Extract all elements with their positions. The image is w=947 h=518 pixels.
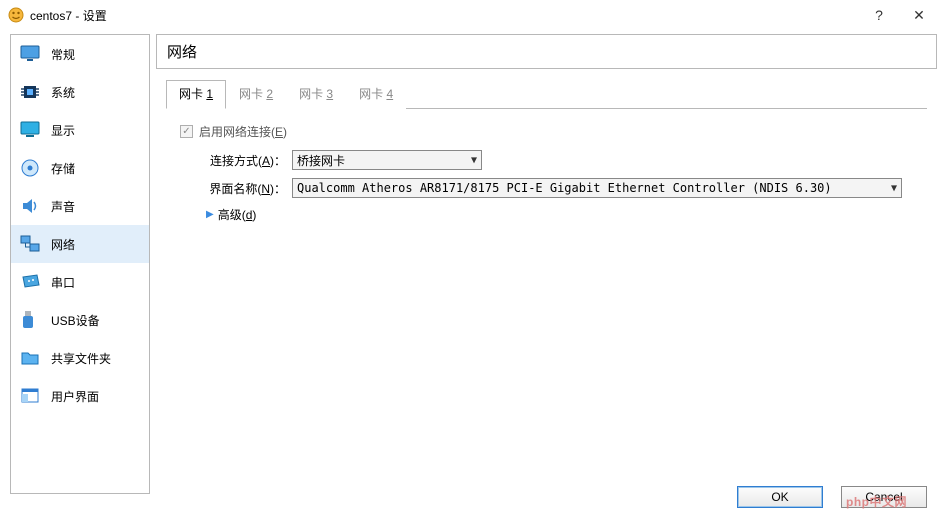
network-icon bbox=[19, 233, 41, 255]
close-icon: ✕ bbox=[913, 7, 925, 24]
triangle-right-icon: ▶ bbox=[206, 209, 214, 220]
panel-title-box: 网络 bbox=[156, 34, 937, 69]
adapter-name-label: 界面名称(N)： bbox=[196, 180, 292, 197]
sidebar-item-display[interactable]: 显示 bbox=[11, 111, 149, 149]
attached-to-value: 桥接网卡 bbox=[297, 152, 345, 169]
sidebar-item-serial[interactable]: 串口 bbox=[11, 263, 149, 301]
sidebar-item-ui[interactable]: 用户界面 bbox=[11, 377, 149, 415]
chevron-down-icon: ▼ bbox=[891, 183, 897, 194]
help-button[interactable]: ? bbox=[859, 1, 899, 29]
window-title: centos7 - 设置 bbox=[30, 7, 859, 24]
sidebar-item-storage[interactable]: 存储 bbox=[11, 149, 149, 187]
folder-icon bbox=[19, 347, 41, 369]
app-icon bbox=[8, 7, 24, 23]
sidebar-item-label: 声音 bbox=[51, 198, 75, 215]
sidebar-item-audio[interactable]: 声音 bbox=[11, 187, 149, 225]
usb-icon bbox=[19, 309, 41, 331]
ok-button[interactable]: OK bbox=[737, 486, 823, 508]
close-button[interactable]: ✕ bbox=[899, 1, 939, 29]
tab-adapter-4[interactable]: 网卡 4 bbox=[346, 80, 406, 109]
checkbox-icon: ✓ bbox=[180, 125, 193, 138]
sidebar-item-label: 系统 bbox=[51, 84, 75, 101]
sidebar-item-usb[interactable]: USB设备 bbox=[11, 301, 149, 339]
chip-icon bbox=[19, 81, 41, 103]
enable-adapter-checkbox[interactable]: ✓ 启用网络连接(E) bbox=[180, 123, 919, 140]
sidebar-item-general[interactable]: 常规 bbox=[11, 35, 149, 73]
serial-port-icon bbox=[19, 271, 41, 293]
advanced-label: 高级(d) bbox=[218, 206, 257, 223]
dialog-footer: OK Cancel bbox=[737, 486, 927, 508]
sidebar-item-network[interactable]: 网络 bbox=[11, 225, 149, 263]
attached-to-row: 连接方式(A)： 桥接网卡 ▼ bbox=[196, 150, 919, 170]
body: 常规 系统 显示 存储 声音 网络 bbox=[0, 30, 947, 494]
tab-adapter-1[interactable]: 网卡 1 bbox=[166, 80, 226, 109]
sidebar-item-system[interactable]: 系统 bbox=[11, 73, 149, 111]
speaker-icon bbox=[19, 195, 41, 217]
advanced-toggle[interactable]: ▶ 高级(d) bbox=[206, 206, 919, 223]
settings-window: centos7 - 设置 ? ✕ 常规 系统 显示 存储 声音 bbox=[0, 0, 947, 518]
sidebar-item-label: 用户界面 bbox=[51, 388, 99, 405]
chevron-down-icon: ▼ bbox=[471, 155, 477, 166]
panel-title: 网络 bbox=[167, 44, 197, 61]
help-icon: ? bbox=[875, 7, 883, 23]
sidebar-item-label: USB设备 bbox=[51, 312, 100, 329]
sidebar-item-label: 存储 bbox=[51, 160, 75, 177]
adapter-name-row: 界面名称(N)： Qualcomm Atheros AR8171/8175 PC… bbox=[196, 178, 919, 198]
disk-icon bbox=[19, 157, 41, 179]
adapter-tabs: 网卡 1 网卡 2 网卡 3 网卡 4 bbox=[166, 79, 927, 109]
enable-adapter-label: 启用网络连接(E) bbox=[199, 123, 287, 140]
tab-adapter-2[interactable]: 网卡 2 bbox=[226, 80, 286, 109]
ui-icon bbox=[19, 385, 41, 407]
sidebar-item-label: 常规 bbox=[51, 46, 75, 63]
cancel-button[interactable]: Cancel bbox=[841, 486, 927, 508]
monitor-icon bbox=[19, 43, 41, 65]
titlebar: centos7 - 设置 ? ✕ bbox=[0, 0, 947, 30]
adapter-name-value: Qualcomm Atheros AR8171/8175 PCI-E Gigab… bbox=[297, 181, 832, 195]
attached-to-combo[interactable]: 桥接网卡 ▼ bbox=[292, 150, 482, 170]
sidebar-item-label: 显示 bbox=[51, 122, 75, 139]
sidebar-item-shared[interactable]: 共享文件夹 bbox=[11, 339, 149, 377]
tab-adapter-3[interactable]: 网卡 3 bbox=[286, 80, 346, 109]
adapter-form: ✓ 启用网络连接(E) 连接方式(A)： 桥接网卡 ▼ 界面名称(N)： Qua… bbox=[156, 109, 937, 237]
sidebar-item-label: 网络 bbox=[51, 236, 75, 253]
main-panel: 网络 网卡 1 网卡 2 网卡 3 网卡 4 ✓ 启用网络连接(E) 连接方式(… bbox=[156, 34, 937, 494]
sidebar-item-label: 串口 bbox=[51, 274, 75, 291]
attached-to-label: 连接方式(A)： bbox=[196, 152, 292, 169]
sidebar-item-label: 共享文件夹 bbox=[51, 350, 111, 367]
display-icon bbox=[19, 119, 41, 141]
adapter-name-combo[interactable]: Qualcomm Atheros AR8171/8175 PCI-E Gigab… bbox=[292, 178, 902, 198]
sidebar: 常规 系统 显示 存储 声音 网络 bbox=[10, 34, 150, 494]
